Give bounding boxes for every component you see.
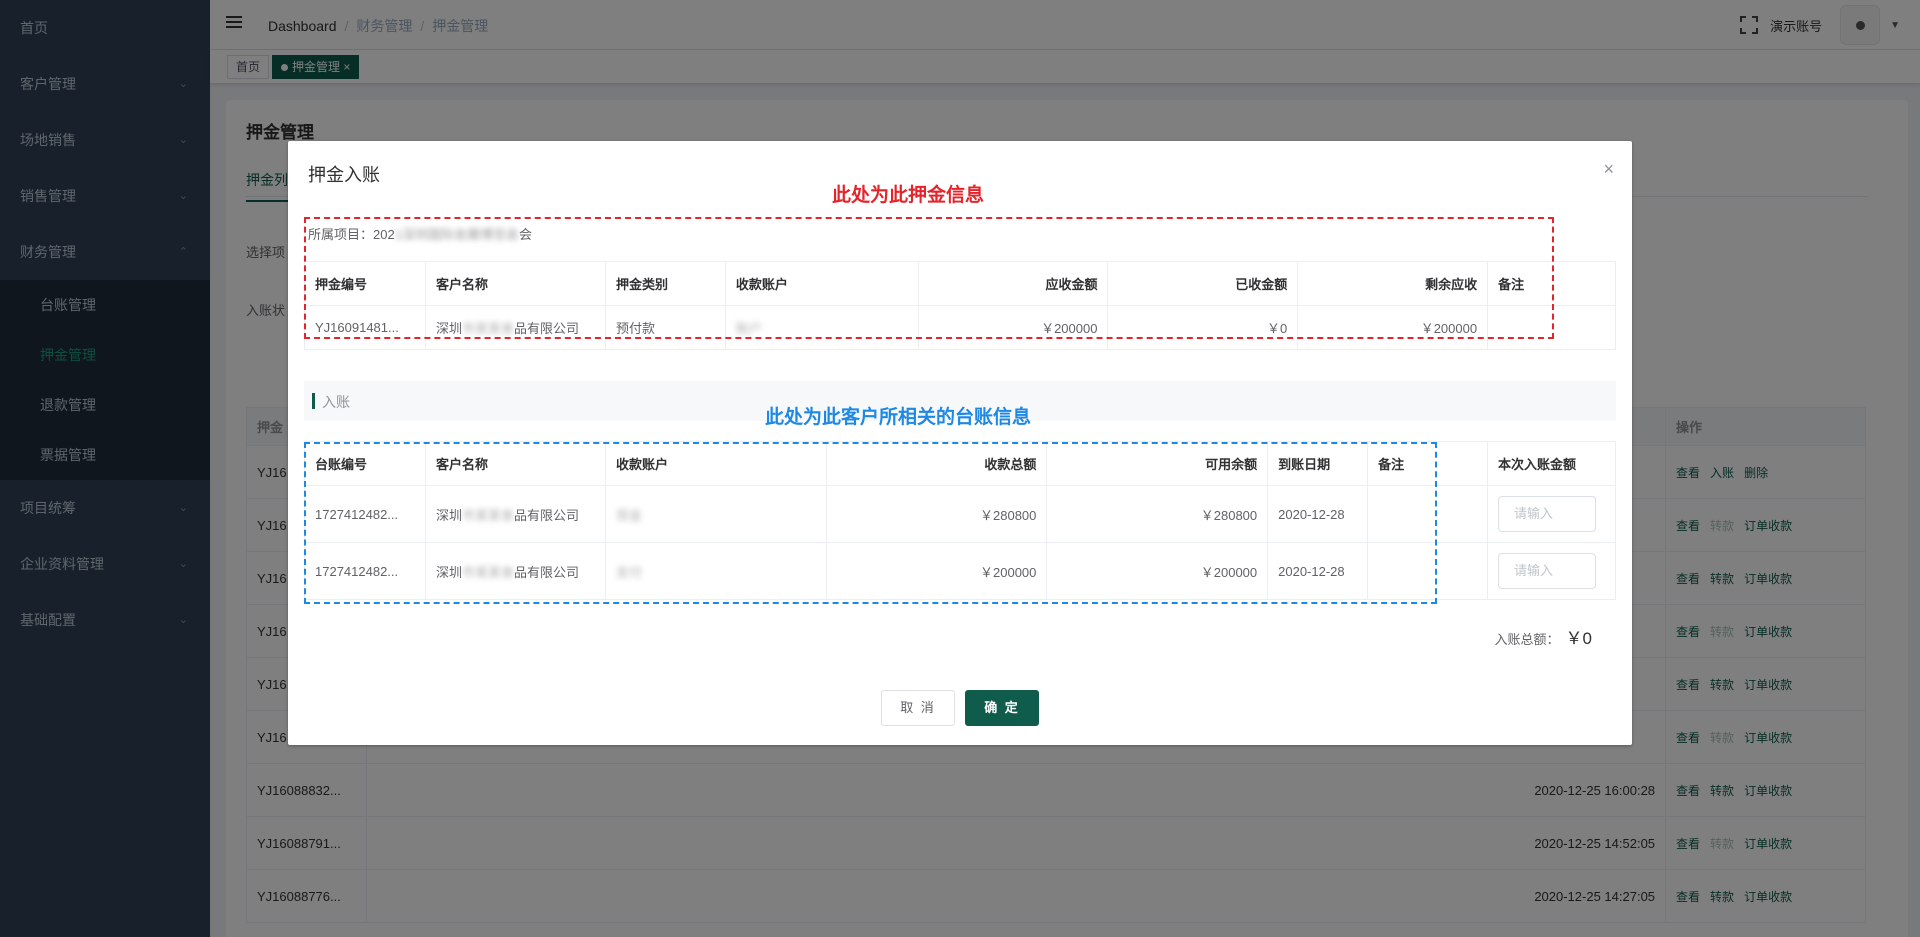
dialog-title: 押金入账	[308, 165, 380, 185]
entry-amount-cell: 请输入	[1486, 485, 1617, 543]
entry-total-value: ￥0	[1565, 629, 1592, 648]
annotation-ledger-info: 此处为此客户所相关的台账信息	[765, 406, 1032, 428]
annotation-deposit-info: 此处为此押金信息	[832, 184, 985, 206]
entry-amount-input[interactable]: 请输入	[1497, 553, 1596, 589]
section-title: 入账	[322, 394, 350, 410]
annotation-box-red	[304, 217, 1554, 339]
entry-amount-input[interactable]: 请输入	[1497, 496, 1596, 532]
entry-total-label: 入账总额：	[1494, 632, 1560, 647]
confirm-button[interactable]: 确 定	[965, 690, 1039, 726]
cancel-button[interactable]: 取 消	[881, 690, 955, 726]
column-header: 本次入账金额	[1486, 441, 1617, 486]
entry-amount-cell: 请输入	[1486, 542, 1617, 600]
entry-total: 入账总额： ￥0	[1495, 624, 1592, 649]
annotation-box-blue	[304, 442, 1437, 604]
close-icon[interactable]: ×	[1603, 159, 1614, 180]
section-bar	[312, 393, 315, 409]
